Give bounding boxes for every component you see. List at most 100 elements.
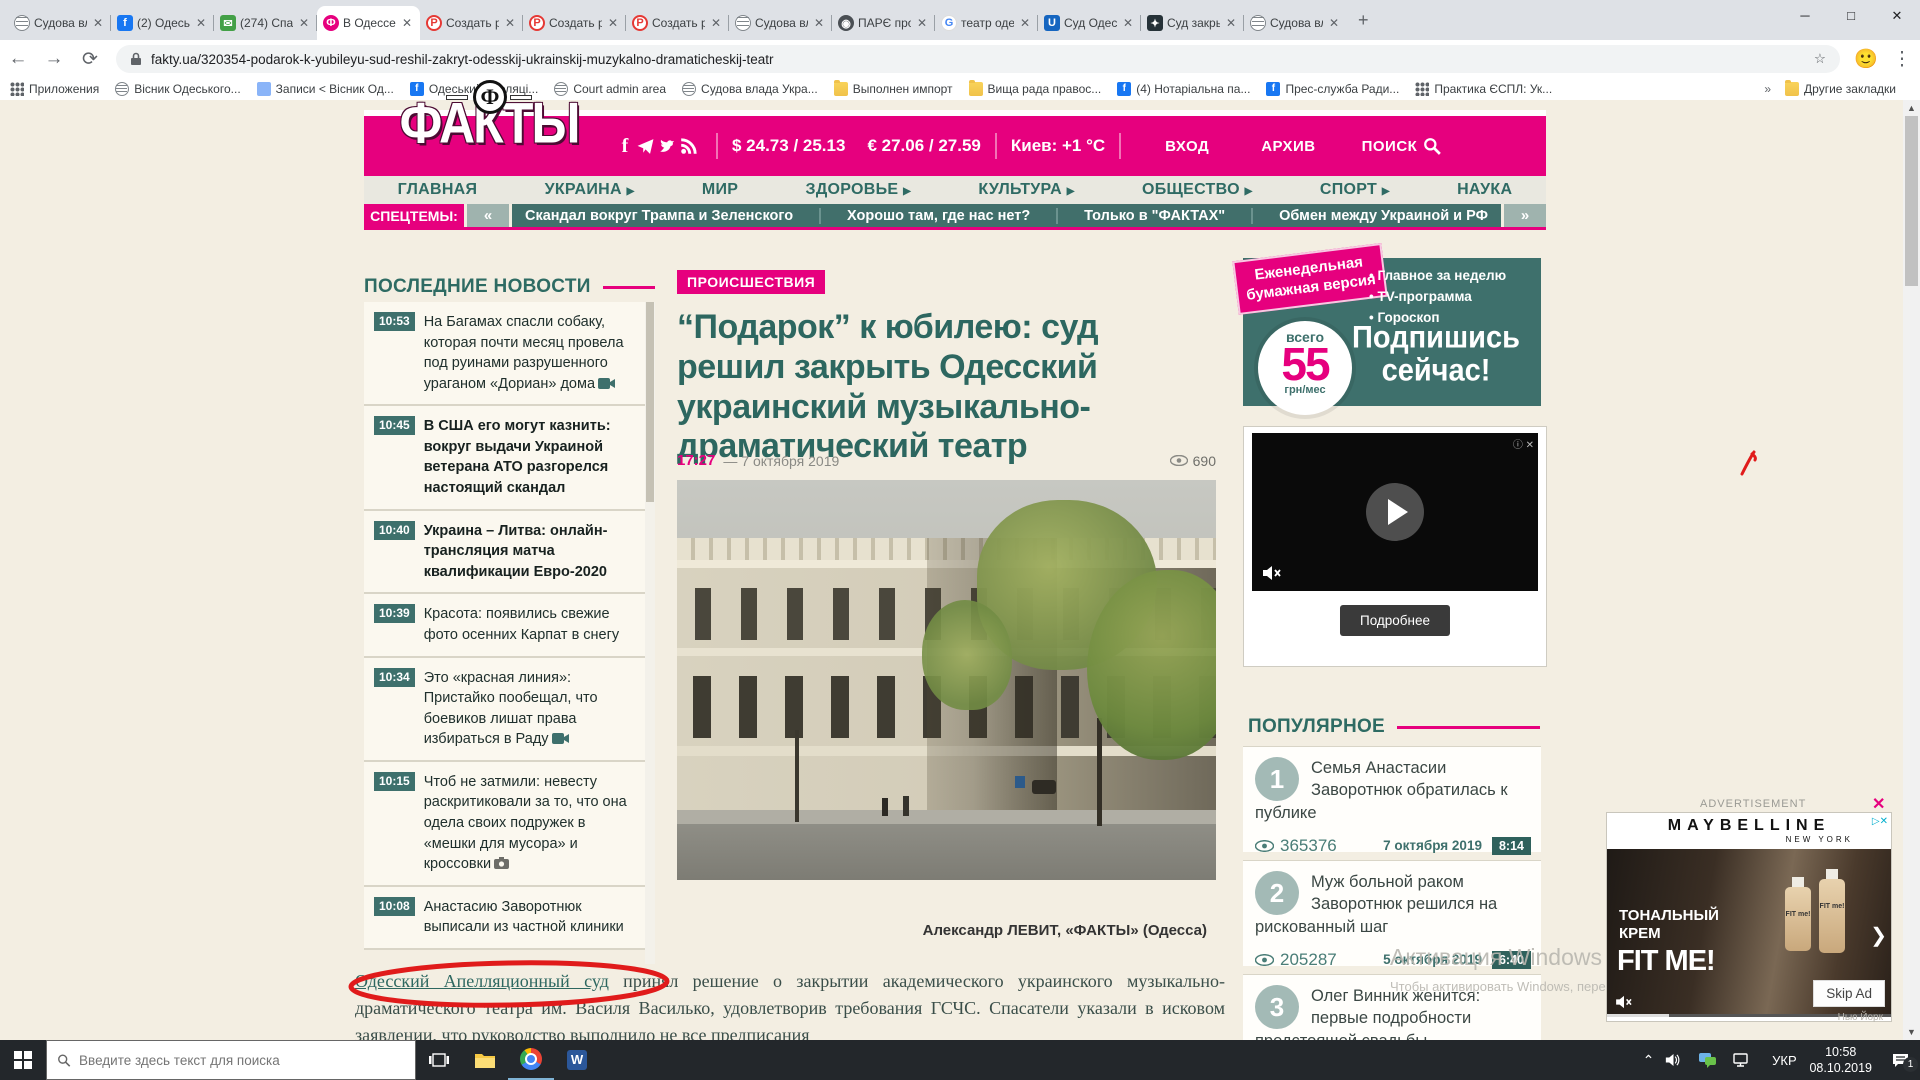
bookmark-item[interactable]: Практика ЄСПЛ: Ук... (1415, 82, 1552, 96)
maybelline-ad[interactable]: MAYBELLINE NEW YORK ▷✕ ТОНАЛЬНЫЙ КРЕМ FI… (1606, 812, 1892, 1022)
back-icon[interactable]: ← (0, 48, 36, 70)
muted-speaker-icon[interactable] (1615, 995, 1633, 1009)
browser-tab[interactable]: РСоздать рез✕ (626, 6, 729, 40)
file-explorer-icon[interactable] (462, 1040, 508, 1080)
twitter-icon[interactable] (658, 138, 680, 154)
nav-item[interactable]: ОБЩЕСТВО ▶ (1142, 181, 1253, 199)
nav-item[interactable]: СПОРТ ▶ (1320, 181, 1390, 199)
facebook-icon[interactable]: f (614, 135, 636, 158)
window-maximize-button[interactable]: □ (1828, 0, 1874, 32)
article-link[interactable]: Одесский Апелляционный суд (355, 971, 609, 991)
bookmark-apps[interactable]: Приложения (10, 82, 99, 96)
tab-close-icon[interactable]: ✕ (297, 16, 311, 30)
news-item[interactable]: 10:40 Украина – Литва: онлайн-трансляция… (364, 511, 655, 595)
taskbar-search[interactable] (46, 1040, 416, 1080)
nav-item[interactable]: УКРАИНА ▶ (545, 181, 635, 199)
news-item[interactable]: 10:39 Красота: появились свежие фото осе… (364, 594, 655, 657)
bookmark-item[interactable]: Вища рада правос... (969, 82, 1102, 96)
chrome-icon[interactable] (508, 1040, 554, 1080)
ad-close-icon[interactable]: ✕ (1872, 794, 1885, 814)
ad-more-button[interactable]: Подробнее (1340, 605, 1450, 636)
scrollbar-thumb[interactable] (1905, 116, 1918, 286)
subscription-banner[interactable]: Еженедельная бумажная версия Главное за … (1243, 258, 1541, 406)
archive-button[interactable]: АРХИВ (1261, 138, 1315, 155)
nav-item[interactable]: КУЛЬТУРА ▶ (978, 181, 1074, 199)
spec-next-button[interactable]: » (1504, 204, 1546, 227)
browser-tab[interactable]: UСуд Одессы✕ (1038, 6, 1141, 40)
tab-close-icon[interactable]: ✕ (709, 16, 723, 30)
speaker-icon[interactable] (1665, 1053, 1699, 1067)
spec-prev-button[interactable]: « (467, 204, 509, 227)
site-logo[interactable]: Ф ФАКТЫ (394, 94, 584, 152)
language-indicator[interactable]: УКР (1767, 1053, 1801, 1068)
bookmark-item[interactable]: Записи < Вісник Од... (257, 82, 394, 96)
browser-tab-active[interactable]: ФВ Одессе за✕ (317, 6, 420, 40)
article-category-badge[interactable]: ПРОИСШЕСТВИЯ (677, 270, 825, 294)
browser-tab[interactable]: РСоздать рез✕ (420, 6, 523, 40)
tab-close-icon[interactable]: ✕ (194, 16, 208, 30)
window-close-button[interactable]: ✕ (1874, 0, 1920, 32)
tab-close-icon[interactable]: ✕ (606, 16, 620, 30)
other-bookmarks[interactable]: Другие закладки (1785, 82, 1896, 96)
carousel-next-arrow[interactable]: ❯ (1870, 923, 1887, 948)
browser-tab[interactable]: РСоздать рез✕ (523, 6, 626, 40)
forward-icon[interactable]: → (36, 48, 72, 70)
tab-close-icon[interactable]: ✕ (1224, 16, 1238, 30)
browser-tab[interactable]: ◉ПАРЄ проси✕ (832, 6, 935, 40)
browser-tab[interactable]: ✉(274) Спам✕ (214, 6, 317, 40)
login-button[interactable]: ВХОД (1165, 138, 1209, 155)
bookmark-star-icon[interactable]: ☆ (1814, 51, 1826, 67)
profile-avatar-icon[interactable]: 🙂 (1848, 47, 1884, 71)
browser-tab[interactable]: f(2) Одеськи✕ (111, 6, 214, 40)
tab-close-icon[interactable]: ✕ (1327, 16, 1341, 30)
rss-icon[interactable] (680, 138, 702, 155)
news-item[interactable]: 10:08 Анастасию Заворотнюк выписали из ч… (364, 887, 655, 950)
tab-close-icon[interactable]: ✕ (503, 16, 517, 30)
tab-close-icon[interactable]: ✕ (1018, 16, 1032, 30)
browser-tab[interactable]: ✦Суд закрыв✕ (1141, 6, 1244, 40)
task-view-icon[interactable] (416, 1040, 462, 1080)
bookmarks-overflow-chevron[interactable]: » (1764, 82, 1771, 96)
bookmark-item[interactable]: Судова влада Укра... (682, 82, 818, 96)
popular-item[interactable]: 1 Семья Анастасии Заворотнюк обратилась … (1243, 746, 1541, 852)
nav-item[interactable]: ГЛАВНАЯ (398, 181, 478, 199)
word-icon[interactable]: W (554, 1040, 600, 1080)
search-icon[interactable] (1423, 137, 1441, 155)
news-item[interactable]: 10:53 На Багамах спасли собаку, которая … (364, 302, 655, 406)
bookmark-item[interactable]: Вісник Одеського... (115, 82, 240, 96)
ad-info-close-icons[interactable]: ⓘ ✕ (1513, 436, 1534, 451)
bookmark-item[interactable]: f(4) Нотаріальна па... (1117, 82, 1250, 96)
spec-topic[interactable]: Хорошо там, где нас нет? (847, 208, 1030, 224)
news-item[interactable]: 10:15 Чтоб не затмили: невесту раскритик… (364, 762, 655, 887)
chat-bubbles-icon[interactable] (1699, 1053, 1733, 1068)
bookmark-item[interactable]: fПрес-служба Ради... (1266, 82, 1399, 96)
browser-scrollbar[interactable]: ▲ ▼ (1903, 100, 1920, 1040)
muted-speaker-icon[interactable] (1262, 565, 1282, 581)
adchoices-icon[interactable]: ▷✕ (1872, 816, 1888, 827)
address-bar[interactable]: fakty.ua/320354-podarok-k-yubileyu-sud-r… (116, 45, 1840, 73)
browser-tab[interactable]: Судова вла✕ (729, 6, 832, 40)
window-minimize-button[interactable]: ─ (1782, 0, 1828, 32)
tab-close-icon[interactable]: ✕ (91, 16, 105, 30)
telegram-icon[interactable] (636, 138, 658, 155)
news-list-scrollbar[interactable] (645, 302, 655, 964)
notification-center-icon[interactable]: 1 (1880, 1053, 1920, 1068)
bookmark-item[interactable]: Выполнен импорт (834, 82, 953, 96)
tab-close-icon[interactable]: ✕ (812, 16, 826, 30)
video-ad-screen[interactable]: ⓘ ✕ (1252, 433, 1538, 591)
network-icon[interactable] (1733, 1053, 1767, 1067)
scroll-down-arrow[interactable]: ▼ (1903, 1024, 1920, 1040)
taskbar-search-input[interactable] (79, 1053, 405, 1068)
browser-tab[interactable]: Судова вла✕ (1244, 6, 1347, 40)
skip-ad-button[interactable]: Skip Ad (1813, 980, 1885, 1007)
tray-chevron-icon[interactable]: ⌃ (1631, 1052, 1665, 1069)
play-button[interactable] (1366, 483, 1424, 541)
new-tab-button[interactable]: + (1358, 10, 1369, 31)
reload-icon[interactable]: ⟳ (72, 48, 108, 71)
browser-tab[interactable]: Судова влад✕ (8, 6, 111, 40)
tab-close-icon[interactable]: ✕ (1121, 16, 1135, 30)
nav-item[interactable]: ЗДОРОВЬЕ ▶ (806, 181, 912, 199)
news-item[interactable]: 10:45 В США его могут казнить: вокруг вы… (364, 406, 655, 510)
news-item[interactable]: 10:34 Это «красная линия»: Пристайко поо… (364, 658, 655, 762)
spec-topic[interactable]: Скандал вокруг Трампа и Зеленского (525, 208, 793, 224)
